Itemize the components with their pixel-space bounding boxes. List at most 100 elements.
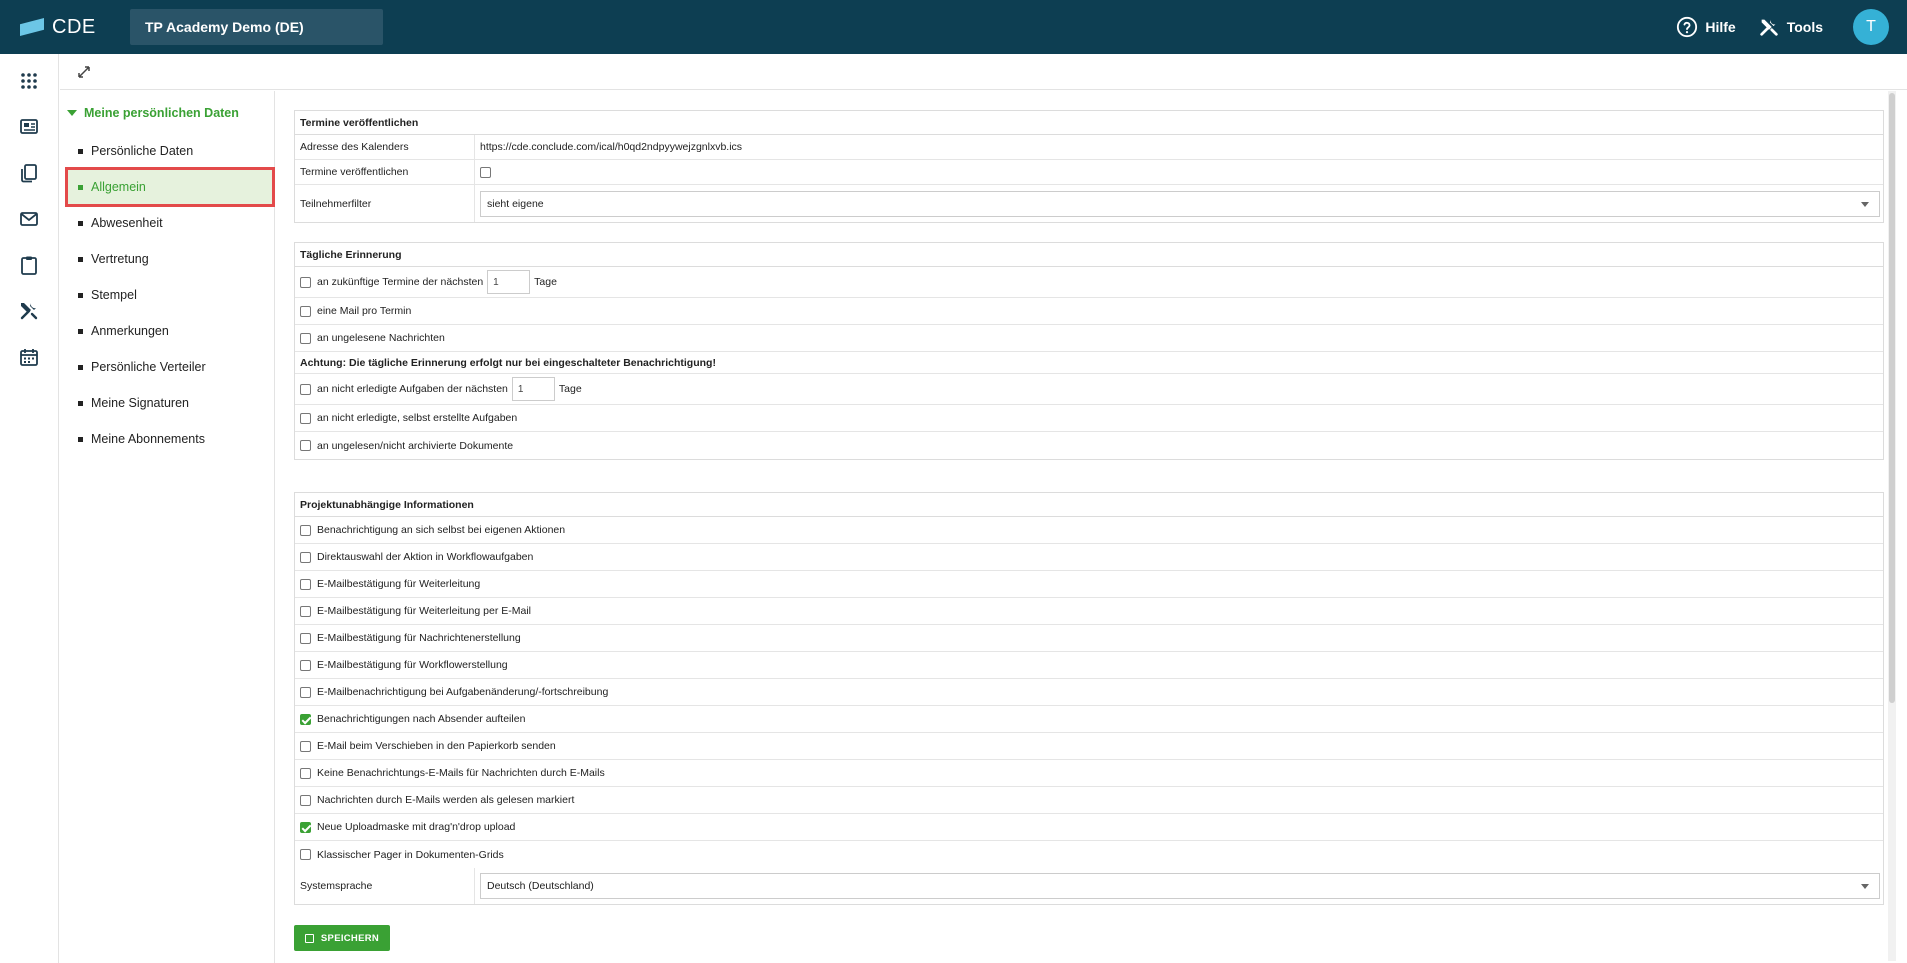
filter-select[interactable]: sieht eigene (480, 190, 1880, 217)
option-checkbox[interactable] (300, 849, 311, 860)
content-toolbar (60, 54, 1907, 90)
bullet-icon (78, 148, 83, 154)
expand-icon[interactable] (76, 64, 92, 80)
bullet-icon (78, 364, 83, 370)
tree-item-anmerkungen[interactable]: Anmerkungen (67, 313, 273, 349)
calendar-icon[interactable] (18, 346, 40, 368)
unread-messages-row: an ungelesene Nachrichten (295, 325, 1883, 352)
option-checkbox[interactable] (300, 740, 311, 752)
language-label: Systemsprache (295, 868, 475, 904)
publish-checkbox[interactable] (480, 166, 491, 178)
self-tasks-checkbox[interactable] (300, 412, 311, 424)
scrollbar-thumb[interactable] (1889, 93, 1895, 703)
avatar[interactable]: T (1853, 9, 1889, 45)
bullet-icon (78, 220, 83, 226)
publish-label: Termine veröffentlichen (295, 160, 475, 184)
tree-item-meine-signaturen[interactable]: Meine Signaturen (67, 385, 273, 421)
section-termine: Termine veröffentlichen Adresse des Kale… (294, 110, 1884, 223)
option-checkbox[interactable] (300, 767, 311, 779)
unread-docs-checkbox[interactable] (300, 440, 311, 451)
tree-item-label: Anmerkungen (91, 324, 169, 338)
option-checkbox[interactable] (300, 551, 311, 563)
tree-item-persoenliche-daten[interactable]: Persönliche Daten (67, 133, 273, 169)
one-mail-checkbox[interactable] (300, 305, 311, 317)
calendar-address-value[interactable]: https://cde.conclude.com/ical/h0qd2ndpyy… (475, 135, 1883, 159)
logo[interactable]: CDE (20, 16, 112, 39)
project-selector[interactable]: TP Academy Demo (DE) (130, 9, 383, 45)
left-rail (0, 54, 59, 963)
help-button[interactable]: Hilfe (1676, 16, 1736, 38)
files-icon[interactable] (18, 162, 40, 184)
self-tasks-label: an nicht erledigte, selbst erstellte Auf… (317, 412, 518, 424)
chevron-down-icon (1861, 201, 1869, 207)
clipboard-icon[interactable] (18, 254, 40, 276)
option-label: Nachrichten durch E-Mails werden als gel… (317, 794, 575, 806)
option-checkbox[interactable] (300, 605, 311, 617)
tree-item-allgemein[interactable]: Allgemein (65, 167, 275, 207)
tree-item-label: Meine Signaturen (91, 396, 189, 410)
option-label: Benachrichtigung an sich selbst bei eige… (317, 524, 566, 536)
tools-icon (1759, 19, 1778, 36)
unread-docs-label: an ungelesen/nicht archivierte Dokumente (317, 439, 514, 452)
option-checkbox[interactable] (300, 794, 311, 806)
section-title: Projektunabhängige Informationen (295, 493, 1883, 517)
option-row: Nachrichten durch E-Mails werden als gel… (295, 787, 1883, 814)
option-checkbox[interactable] (300, 632, 311, 644)
section-title: Termine veröffentlichen (295, 111, 1883, 135)
option-row: E-Mailbestätigung für Workflowerstellung (295, 652, 1883, 679)
help-icon (1677, 16, 1698, 38)
tree-root[interactable]: Meine persönlichen Daten (67, 106, 239, 120)
language-select-value: Deutsch (Deutschland) (487, 880, 594, 892)
option-label: Neue Uploadmaske mit drag'n'drop upload (317, 821, 516, 833)
option-label: E-Mailbestätigung für Weiterleitung (317, 578, 481, 590)
save-button[interactable]: SPEICHERN (294, 925, 390, 951)
bullet-icon (78, 436, 83, 442)
tree-item-abwesenheit[interactable]: Abwesenheit (67, 205, 273, 241)
option-row: E-Mailbestätigung für Nachrichtenerstell… (295, 625, 1883, 652)
tree-item-stempel[interactable]: Stempel (67, 277, 273, 313)
documents-icon[interactable] (18, 116, 40, 138)
option-checkbox[interactable] (300, 578, 311, 590)
mail-icon[interactable] (18, 208, 40, 230)
days-unit: Tage (534, 276, 557, 288)
unread-messages-checkbox[interactable] (300, 332, 311, 344)
tools-rail-icon[interactable] (18, 300, 40, 322)
save-icon (304, 933, 314, 943)
filter-label: Teilnehmerfilter (295, 185, 475, 222)
option-checkbox[interactable] (300, 524, 311, 536)
option-checkbox[interactable] (300, 686, 311, 698)
tree-item-label: Stempel (91, 288, 137, 302)
option-checkbox[interactable] (300, 659, 311, 671)
future-appointments-label: an zukünftige Termine der nächsten (317, 276, 484, 288)
tree-item-meine-abonnements[interactable]: Meine Abonnements (67, 421, 273, 457)
bullet-icon (78, 184, 83, 190)
reminder-warning: Achtung: Die tägliche Erinnerung erfolgt… (295, 352, 1883, 374)
option-checkbox[interactable] (300, 713, 311, 725)
open-tasks-checkbox[interactable] (300, 383, 311, 395)
option-label: E-Mail beim Verschieben in den Papierkor… (317, 740, 556, 752)
chevron-down-icon (1861, 884, 1869, 889)
tree-item-label: Persönliche Daten (91, 144, 194, 158)
chevron-down-icon (67, 110, 77, 116)
tasks-days-input[interactable]: 1 (511, 377, 555, 401)
tree-item-vertretung[interactable]: Vertretung (67, 241, 273, 277)
apps-grid-icon[interactable] (18, 70, 40, 92)
option-label: Direktauswahl der Aktion in Workflowaufg… (317, 551, 534, 563)
content-area: Termine veröffentlichen Adresse des Kale… (276, 91, 1896, 963)
one-mail-row: eine Mail pro Termin (295, 298, 1883, 325)
future-days-input[interactable]: 1 (487, 270, 531, 294)
future-appointments-checkbox[interactable] (300, 276, 311, 288)
bullet-icon (78, 400, 83, 406)
tree-item-persoenliche-verteiler[interactable]: Persönliche Verteiler (67, 349, 273, 385)
option-label: E-Mailbenachrichtigung bei Aufgabenänder… (317, 686, 609, 698)
tree-item-label: Vertretung (91, 252, 149, 266)
tools-button[interactable]: Tools (1758, 16, 1823, 38)
language-select[interactable]: Deutsch (Deutschland) (480, 873, 1880, 899)
option-checkbox[interactable] (300, 821, 311, 833)
open-tasks-row: an nicht erledigte Aufgaben der nächsten… (295, 374, 1883, 405)
help-label: Hilfe (1705, 19, 1736, 35)
publish-row: Termine veröffentlichen (295, 160, 1883, 185)
filter-row: Teilnehmerfilter sieht eigene (295, 185, 1883, 222)
self-tasks-row: an nicht erledigte, selbst erstellte Auf… (295, 405, 1883, 432)
option-row: Neue Uploadmaske mit drag'n'drop upload (295, 814, 1883, 841)
